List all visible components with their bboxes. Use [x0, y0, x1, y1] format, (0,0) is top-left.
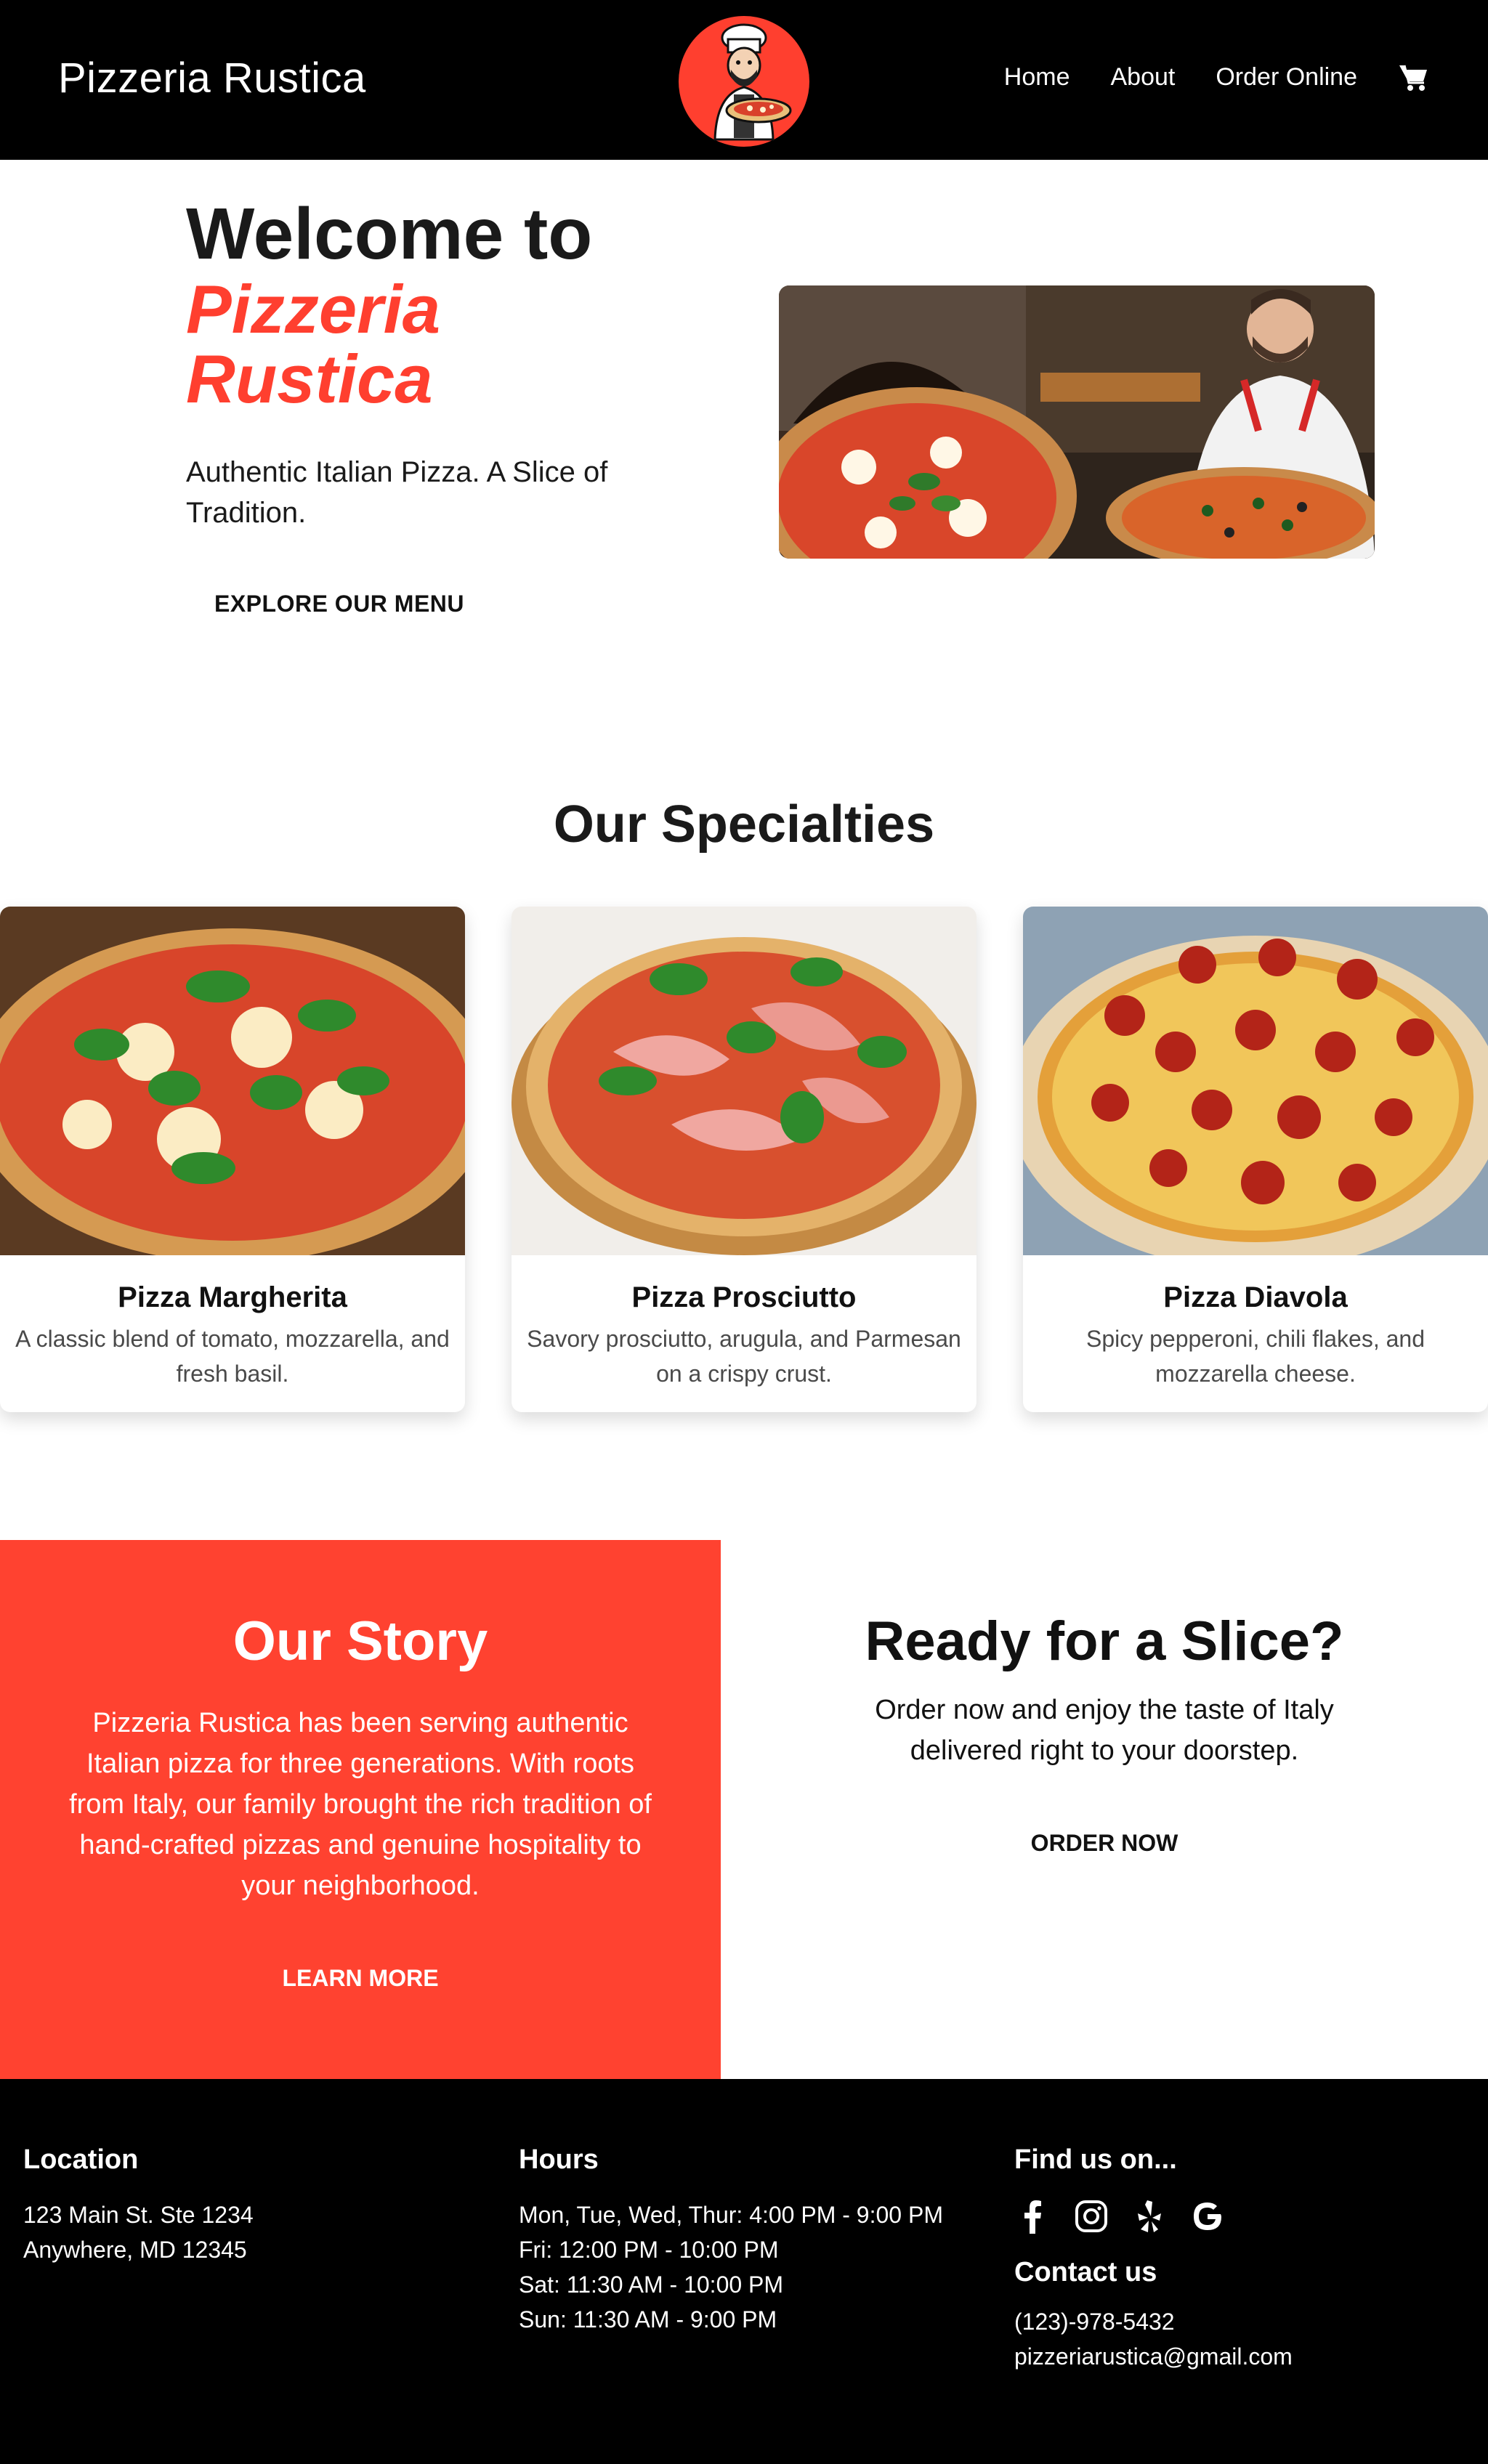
nav-order-online-link[interactable]: Order Online: [1216, 63, 1357, 92]
specialty-card-prosciutto[interactable]: Pizza Prosciutto Savory prosciutto, arug…: [512, 907, 976, 1412]
hero-subtitle: Authentic Italian Pizza. A Slice of Trad…: [186, 456, 608, 529]
footer-hours: Hours Mon, Tue, Wed, Thur: 4:00 PM - 9:0…: [519, 2144, 969, 2337]
specialty-name: Pizza Prosciutto: [631, 1281, 857, 1313]
facebook-icon[interactable]: [1014, 2197, 1052, 2235]
footer-hours-heading: Hours: [519, 2144, 599, 2175]
google-icon[interactable]: [1189, 2197, 1226, 2235]
footer-location: Location 123 Main St. Ste 1234 Anywhere,…: [23, 2144, 474, 2267]
order-cta-title: Ready for a Slice?: [865, 1610, 1344, 1672]
specialty-description: Savory prosciutto, arugula, and Parmesan…: [527, 1326, 961, 1387]
order-now-button[interactable]: ORDER NOW: [995, 1817, 1213, 1868]
social-links: [1014, 2197, 1465, 2235]
story-title: Our Story: [232, 1610, 488, 1672]
prosciutto-pizza-photo: [512, 907, 976, 1255]
site-header: Pizzeria Rustica Home About Order Online: [0, 0, 1488, 160]
specialty-description: Spicy pepperoni, chili flakes, and mozza…: [1085, 1326, 1426, 1387]
order-cta-text: Order now and enjoy the taste of Italy d…: [875, 1695, 1334, 1766]
specialty-card-diavola[interactable]: Pizza Diavola Spicy pepperoni, chili fla…: [1023, 907, 1488, 1412]
footer-contact-heading: Contact us: [1014, 2257, 1157, 2287]
hours-line: Sat: 11:30 AM - 10:00 PM: [519, 2272, 784, 2298]
hero-brand-accent: Pizzeria Rustica: [186, 271, 441, 417]
hours-line: Sun: 11:30 AM - 9:00 PM: [519, 2306, 777, 2333]
our-story-section: Our Story Pizzeria Rustica has been serv…: [0, 1540, 721, 2079]
learn-more-button[interactable]: LEARN MORE: [251, 1953, 469, 2003]
main-nav: Home About Order Online: [963, 61, 1430, 93]
specialty-description: A classic blend of tomato, mozzarella, a…: [15, 1326, 450, 1387]
hours-line: Mon, Tue, Wed, Thur: 4:00 PM - 9:00 PM: [519, 2202, 943, 2228]
story-text: Pizzeria Rustica has been serving authen…: [69, 1708, 652, 1901]
hero-chef-pizza-photo: [779, 285, 1375, 559]
address-line: Anywhere, MD 12345: [23, 2237, 247, 2263]
specialties-title: Our Specialties: [553, 795, 935, 854]
site-footer: Location 123 Main St. Ste 1234 Anywhere,…: [0, 2079, 1488, 2464]
footer-location-heading: Location: [23, 2144, 139, 2175]
specialty-name: Pizza Diavola: [1163, 1281, 1348, 1313]
diavola-pizza-photo: [1023, 907, 1488, 1255]
nav-about-link[interactable]: About: [1111, 63, 1176, 92]
specialty-card-margherita[interactable]: Pizza Margherita A classic blend of toma…: [0, 907, 465, 1412]
contact-phone[interactable]: (123)-978-5432: [1014, 2304, 1465, 2339]
shopping-cart-icon[interactable]: [1398, 61, 1430, 93]
brand-name[interactable]: Pizzeria Rustica: [58, 54, 366, 102]
margherita-pizza-photo: [0, 907, 465, 1255]
footer-find-heading: Find us on...: [1014, 2144, 1177, 2175]
hero-title: Welcome to: [186, 193, 593, 275]
specialty-name: Pizza Margherita: [118, 1281, 347, 1313]
footer-social-contact: Find us on... Contact us (123)-978-5432 …: [1014, 2144, 1465, 2374]
yelp-icon[interactable]: [1131, 2197, 1168, 2235]
chef-mascot-logo[interactable]: [673, 10, 815, 153]
address-line: 123 Main St. Ste 1234: [23, 2202, 254, 2228]
instagram-icon[interactable]: [1072, 2197, 1110, 2235]
contact-email[interactable]: pizzeriarustica@gmail.com: [1014, 2339, 1465, 2374]
explore-menu-button[interactable]: EXPLORE OUR MENU: [186, 578, 493, 629]
nav-home-link[interactable]: Home: [1004, 63, 1070, 92]
hours-line: Fri: 12:00 PM - 10:00 PM: [519, 2237, 779, 2263]
